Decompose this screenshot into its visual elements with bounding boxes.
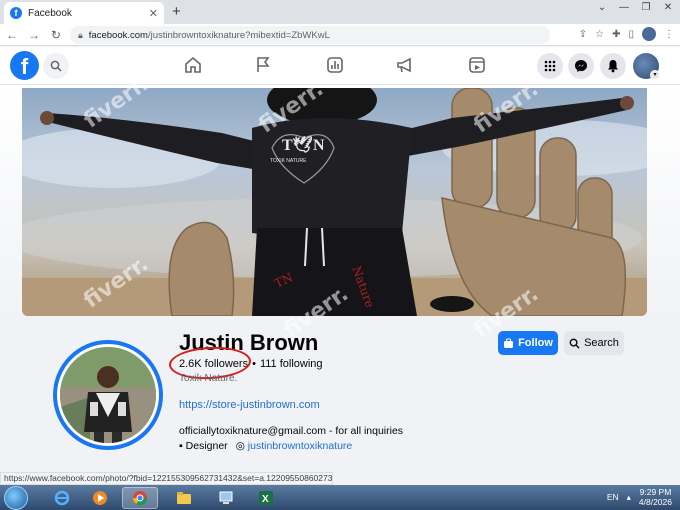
profile-picture[interactable] bbox=[57, 344, 159, 446]
url-host: facebook.com bbox=[88, 29, 148, 41]
video-icon[interactable] bbox=[466, 55, 488, 75]
website-link[interactable]: https://store-justinbrown.com bbox=[179, 399, 320, 411]
tray-arrows-icon[interactable]: ▴ bbox=[627, 492, 631, 503]
clock[interactable]: 9:29 PM 4/8/2026 bbox=[639, 487, 672, 507]
search-icon[interactable] bbox=[43, 53, 69, 79]
svg-text:X: X bbox=[262, 494, 269, 505]
share-icon[interactable]: ⇪ bbox=[579, 29, 587, 40]
clock-time: 9:29 PM bbox=[639, 487, 672, 497]
messenger-icon[interactable] bbox=[568, 53, 594, 79]
hoodie-logo-text: T🕊N bbox=[282, 135, 325, 154]
cover-photo[interactable]: T🕊N TOXIK NATURE TN Nature bbox=[22, 88, 647, 316]
profile-meta: ▪ Designer ◎ justinbrowntoxiknature bbox=[179, 440, 352, 452]
media-player-icon[interactable] bbox=[82, 487, 118, 509]
profile-email: officiallytoxiknature@gmail.com - for al… bbox=[179, 425, 404, 437]
clock-date: 4/8/2026 bbox=[638, 497, 672, 507]
start-button-icon[interactable] bbox=[4, 486, 28, 510]
tab-title: Facebook bbox=[28, 7, 72, 19]
chart-icon[interactable] bbox=[324, 55, 346, 75]
ie-icon[interactable] bbox=[44, 487, 80, 509]
system-tray: EN ▴ 9:29 PM 4/8/2026 bbox=[607, 487, 672, 507]
lock-icon: 🔒︎ bbox=[78, 29, 83, 40]
browser-toolbar-right: ⇪ ☆ ✚ ▯ ⋮ bbox=[579, 27, 674, 41]
facebook-favicon-icon: f bbox=[10, 7, 22, 19]
chrome-icon[interactable] bbox=[122, 487, 158, 509]
windows-taskbar: X EN ▴ 9:29 PM 4/8/2026 bbox=[0, 485, 680, 510]
instagram-item[interactable]: ◎ justinbrowntoxiknature bbox=[236, 440, 353, 452]
restore-button[interactable]: ❐ bbox=[638, 2, 654, 13]
network-app-icon[interactable] bbox=[208, 487, 244, 509]
address-bar-row: ← → ↻ 🔒︎ facebook.com /justinbrowntoxikn… bbox=[0, 24, 680, 46]
instagram-handle[interactable]: justinbrowntoxiknature bbox=[248, 440, 352, 452]
forward-arrow-icon[interactable]: → bbox=[24, 28, 44, 42]
status-bar-url: https://www.facebook.com/photo/?fbid=122… bbox=[0, 472, 333, 485]
tab-close-icon[interactable]: ✕ bbox=[149, 7, 158, 20]
url-path: /justinbrowntoxiknature?mibextid=ZbWKwL bbox=[147, 29, 330, 41]
facebook-logo-icon[interactable]: f bbox=[10, 51, 39, 80]
magnifier-icon bbox=[569, 338, 580, 349]
excel-icon[interactable]: X bbox=[248, 487, 284, 509]
close-window-button[interactable]: ✕ bbox=[660, 2, 676, 13]
explorer-folder-icon[interactable] bbox=[166, 487, 202, 509]
megaphone-icon[interactable] bbox=[394, 55, 416, 75]
follow-button[interactable]: Follow bbox=[498, 331, 558, 355]
instagram-icon: ◎ bbox=[235, 440, 245, 452]
home-icon[interactable] bbox=[182, 55, 204, 75]
kebab-menu-icon[interactable]: ⋮ bbox=[664, 29, 674, 40]
back-arrow-icon[interactable]: ← bbox=[2, 28, 22, 42]
window-controls: ⌄ — ❐ ✕ bbox=[594, 2, 676, 13]
browser-tab-bar: f Facebook ✕ + ⌄ — ❐ ✕ bbox=[0, 0, 680, 24]
profile-avatar-icon[interactable] bbox=[642, 27, 656, 41]
browser-tab[interactable]: f Facebook ✕ bbox=[4, 2, 164, 24]
search-label: Search bbox=[584, 337, 619, 349]
tab-search-icon[interactable]: ⌄ bbox=[594, 2, 610, 13]
follow-icon bbox=[504, 338, 514, 348]
minimize-button[interactable]: — bbox=[616, 2, 632, 13]
chevron-down-icon[interactable]: ▾ bbox=[650, 70, 660, 80]
profile-tagline: Toxik Nature. bbox=[179, 373, 238, 384]
bell-icon[interactable] bbox=[600, 53, 626, 79]
hoodie-logo-subtext: TOXIK NATURE bbox=[270, 158, 307, 164]
bookmark-star-icon[interactable]: ☆ bbox=[595, 29, 604, 40]
following-link[interactable]: 111 following bbox=[260, 358, 323, 370]
category-label: Designer bbox=[185, 440, 228, 452]
search-button[interactable]: Search bbox=[564, 331, 624, 355]
extensions-puzzle-icon[interactable]: ✚ bbox=[612, 29, 620, 40]
facebook-top-nav: f ▾ bbox=[0, 47, 680, 85]
url-input[interactable]: 🔒︎ facebook.com /justinbrowntoxiknature?… bbox=[70, 26, 550, 44]
language-indicator[interactable]: EN bbox=[607, 492, 619, 502]
new-tab-button[interactable]: + bbox=[172, 3, 181, 20]
stats-separator: • bbox=[252, 358, 256, 370]
reload-icon[interactable]: ↻ bbox=[46, 28, 66, 42]
flag-icon[interactable] bbox=[252, 55, 274, 75]
follow-label: Follow bbox=[518, 337, 553, 349]
briefcase-icon: ▪ bbox=[179, 440, 183, 452]
menu-grid-icon[interactable] bbox=[537, 53, 563, 79]
side-panel-icon[interactable]: ▯ bbox=[628, 29, 634, 40]
category-item: ▪ Designer bbox=[179, 440, 228, 452]
